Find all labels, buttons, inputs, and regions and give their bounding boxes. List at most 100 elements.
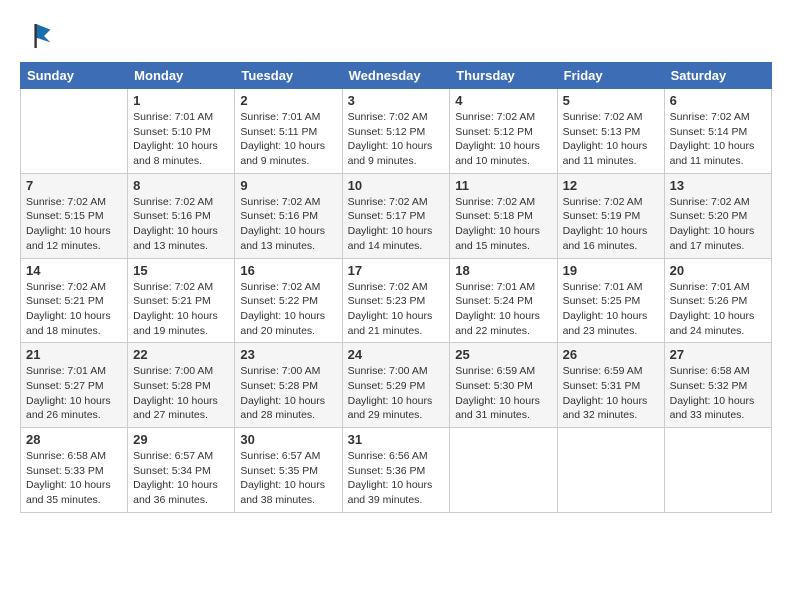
page-header (20, 20, 772, 52)
day-number: 24 (348, 347, 445, 362)
logo-icon (20, 20, 52, 52)
day-number: 5 (563, 93, 659, 108)
day-number: 7 (26, 178, 122, 193)
calendar-cell: 13 Sunrise: 7:02 AMSunset: 5:20 PMDayligh… (664, 173, 771, 258)
calendar-cell: 6 Sunrise: 7:02 AMSunset: 5:14 PMDaylight… (664, 89, 771, 174)
day-info: Sunrise: 7:00 AMSunset: 5:29 PMDaylight:… (348, 364, 445, 423)
day-number: 16 (240, 263, 336, 278)
day-number: 14 (26, 263, 122, 278)
day-number: 20 (670, 263, 766, 278)
calendar-week-row: 1 Sunrise: 7:01 AMSunset: 5:10 PMDaylight… (21, 89, 772, 174)
day-info: Sunrise: 6:59 AMSunset: 5:31 PMDaylight:… (563, 364, 659, 423)
day-number: 28 (26, 432, 122, 447)
day-info: Sunrise: 6:58 AMSunset: 5:32 PMDaylight:… (670, 364, 766, 423)
column-header-tuesday: Tuesday (235, 63, 342, 89)
column-header-friday: Friday (557, 63, 664, 89)
day-info: Sunrise: 7:01 AMSunset: 5:24 PMDaylight:… (455, 280, 551, 339)
calendar-cell: 8Sunrise: 7:02 AMSunset: 5:16 PMDaylight… (128, 173, 235, 258)
calendar-cell: 7 Sunrise: 7:02 AMSunset: 5:15 PMDaylight… (21, 173, 128, 258)
calendar-cell: 25 Sunrise: 6:59 AMSunset: 5:30 PMDayligh… (450, 343, 557, 428)
calendar-cell (450, 428, 557, 513)
day-info: Sunrise: 7:01 AMSunset: 5:10 PMDaylight:… (133, 110, 229, 169)
day-number: 30 (240, 432, 336, 447)
day-info: Sunrise: 7:02 AMSunset: 5:18 PMDaylight:… (455, 195, 551, 254)
day-number: 15 (133, 263, 229, 278)
day-number: 29 (133, 432, 229, 447)
day-info: Sunrise: 7:02 AMSunset: 5:23 PMDaylight:… (348, 280, 445, 339)
calendar-cell: 17Sunrise: 7:02 AMSunset: 5:23 PMDayligh… (342, 258, 450, 343)
day-info: Sunrise: 6:59 AMSunset: 5:30 PMDaylight:… (455, 364, 551, 423)
day-number: 26 (563, 347, 659, 362)
day-number: 23 (240, 347, 336, 362)
day-info: Sunrise: 7:02 AMSunset: 5:19 PMDaylight:… (563, 195, 659, 254)
column-header-monday: Monday (128, 63, 235, 89)
calendar-cell: 22 Sunrise: 7:00 AMSunset: 5:28 PMDayligh… (128, 343, 235, 428)
day-number: 3 (348, 93, 445, 108)
calendar-week-row: 21 Sunrise: 7:01 AMSunset: 5:27 PMDayligh… (21, 343, 772, 428)
calendar-cell: 29Sunrise: 6:57 AMSunset: 5:34 PMDayligh… (128, 428, 235, 513)
day-info: Sunrise: 7:01 AMSunset: 5:25 PMDaylight:… (563, 280, 659, 339)
calendar-cell: 12Sunrise: 7:02 AMSunset: 5:19 PMDayligh… (557, 173, 664, 258)
day-info: Sunrise: 7:02 AMSunset: 5:12 PMDaylight:… (348, 110, 445, 169)
calendar-cell: 21 Sunrise: 7:01 AMSunset: 5:27 PMDayligh… (21, 343, 128, 428)
day-number: 6 (670, 93, 766, 108)
calendar-cell: 3 Sunrise: 7:02 AMSunset: 5:12 PMDaylight… (342, 89, 450, 174)
day-number: 2 (240, 93, 336, 108)
calendar-cell: 23 Sunrise: 7:00 AMSunset: 5:28 PMDayligh… (235, 343, 342, 428)
day-number: 11 (455, 178, 551, 193)
day-number: 1 (133, 93, 229, 108)
day-info: Sunrise: 6:57 AMSunset: 5:35 PMDaylight:… (240, 449, 336, 508)
calendar-cell: 10 Sunrise: 7:02 AMSunset: 5:17 PMDayligh… (342, 173, 450, 258)
calendar-header-row: SundayMondayTuesdayWednesdayThursdayFrid… (21, 63, 772, 89)
column-header-thursday: Thursday (450, 63, 557, 89)
day-info: Sunrise: 7:02 AMSunset: 5:12 PMDaylight:… (455, 110, 551, 169)
day-number: 10 (348, 178, 445, 193)
day-number: 27 (670, 347, 766, 362)
calendar-cell: 4Sunrise: 7:02 AMSunset: 5:12 PMDaylight… (450, 89, 557, 174)
day-info: Sunrise: 7:01 AMSunset: 5:26 PMDaylight:… (670, 280, 766, 339)
day-info: Sunrise: 7:02 AMSunset: 5:17 PMDaylight:… (348, 195, 445, 254)
day-number: 13 (670, 178, 766, 193)
calendar-week-row: 28 Sunrise: 6:58 AMSunset: 5:33 PMDayligh… (21, 428, 772, 513)
day-number: 19 (563, 263, 659, 278)
day-number: 22 (133, 347, 229, 362)
day-info: Sunrise: 7:02 AMSunset: 5:21 PMDaylight:… (26, 280, 122, 339)
day-info: Sunrise: 7:02 AMSunset: 5:16 PMDaylight:… (240, 195, 336, 254)
day-number: 21 (26, 347, 122, 362)
day-info: Sunrise: 7:01 AMSunset: 5:27 PMDaylight:… (26, 364, 122, 423)
calendar-cell: 26 Sunrise: 6:59 AMSunset: 5:31 PMDayligh… (557, 343, 664, 428)
day-info: Sunrise: 6:56 AMSunset: 5:36 PMDaylight:… (348, 449, 445, 508)
day-info: Sunrise: 7:02 AMSunset: 5:14 PMDaylight:… (670, 110, 766, 169)
calendar-cell: 1 Sunrise: 7:01 AMSunset: 5:10 PMDaylight… (128, 89, 235, 174)
column-header-sunday: Sunday (21, 63, 128, 89)
day-info: Sunrise: 7:02 AMSunset: 5:20 PMDaylight:… (670, 195, 766, 254)
day-number: 8 (133, 178, 229, 193)
calendar-cell (664, 428, 771, 513)
logo (20, 20, 56, 52)
column-header-saturday: Saturday (664, 63, 771, 89)
calendar-cell (21, 89, 128, 174)
calendar-cell: 15 Sunrise: 7:02 AMSunset: 5:21 PMDayligh… (128, 258, 235, 343)
calendar-table: SundayMondayTuesdayWednesdayThursdayFrid… (20, 62, 772, 513)
day-info: Sunrise: 7:00 AMSunset: 5:28 PMDaylight:… (133, 364, 229, 423)
calendar-cell (557, 428, 664, 513)
calendar-week-row: 14 Sunrise: 7:02 AMSunset: 5:21 PMDayligh… (21, 258, 772, 343)
calendar-cell: 20 Sunrise: 7:01 AMSunset: 5:26 PMDayligh… (664, 258, 771, 343)
day-info: Sunrise: 6:58 AMSunset: 5:33 PMDaylight:… (26, 449, 122, 508)
day-info: Sunrise: 7:02 AMSunset: 5:13 PMDaylight:… (563, 110, 659, 169)
calendar-cell: 27 Sunrise: 6:58 AMSunset: 5:32 PMDayligh… (664, 343, 771, 428)
calendar-cell: 5 Sunrise: 7:02 AMSunset: 5:13 PMDaylight… (557, 89, 664, 174)
calendar-cell: 28 Sunrise: 6:58 AMSunset: 5:33 PMDayligh… (21, 428, 128, 513)
calendar-cell: 14 Sunrise: 7:02 AMSunset: 5:21 PMDayligh… (21, 258, 128, 343)
day-number: 25 (455, 347, 551, 362)
calendar-cell: 11 Sunrise: 7:02 AMSunset: 5:18 PMDayligh… (450, 173, 557, 258)
calendar-cell: 19 Sunrise: 7:01 AMSunset: 5:25 PMDayligh… (557, 258, 664, 343)
column-header-wednesday: Wednesday (342, 63, 450, 89)
calendar-cell: 9Sunrise: 7:02 AMSunset: 5:16 PMDaylight… (235, 173, 342, 258)
day-info: Sunrise: 7:01 AMSunset: 5:11 PMDaylight:… (240, 110, 336, 169)
day-info: Sunrise: 7:00 AMSunset: 5:28 PMDaylight:… (240, 364, 336, 423)
calendar-cell: 31Sunrise: 6:56 AMSunset: 5:36 PMDayligh… (342, 428, 450, 513)
day-number: 18 (455, 263, 551, 278)
day-info: Sunrise: 7:02 AMSunset: 5:21 PMDaylight:… (133, 280, 229, 339)
day-info: Sunrise: 7:02 AMSunset: 5:15 PMDaylight:… (26, 195, 122, 254)
